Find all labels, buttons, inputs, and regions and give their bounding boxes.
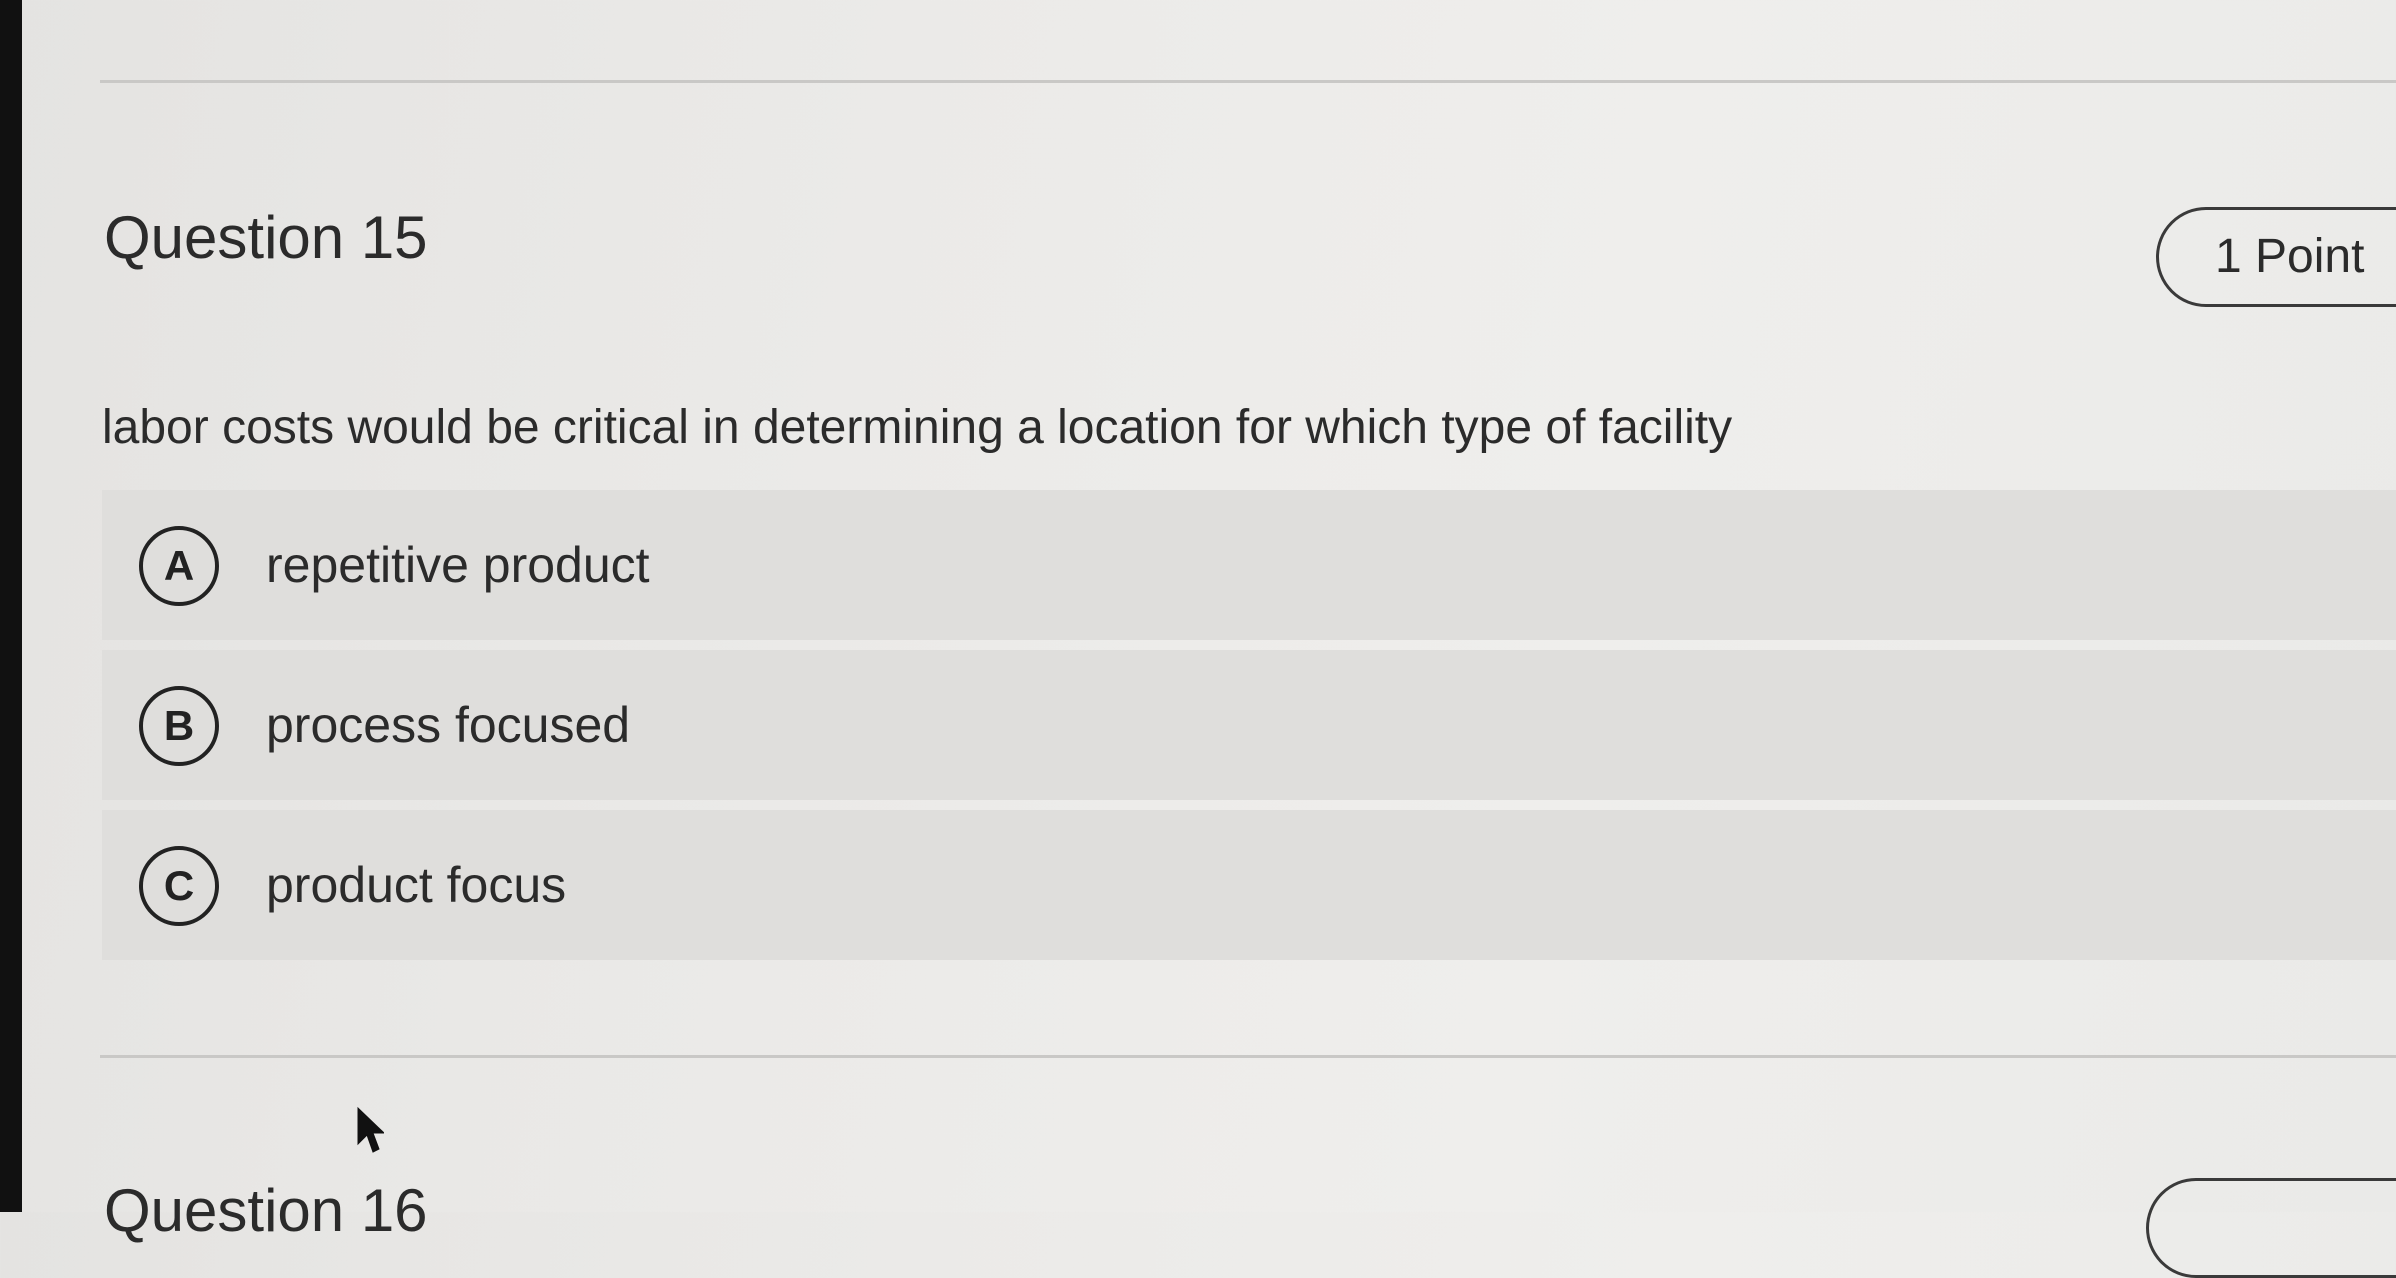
option-label: product focus: [266, 857, 567, 913]
next-question-title: Question 16: [104, 1177, 428, 1244]
mouse-pointer-icon: [357, 1106, 384, 1153]
question-title: Question 15: [104, 204, 428, 271]
option-letter-badge: C: [139, 846, 219, 926]
points-badge: 1 Point: [2156, 207, 2396, 307]
bottom-divider: [100, 1055, 2396, 1058]
option-letter-badge: A: [139, 526, 219, 606]
option-label: repetitive product: [266, 537, 650, 593]
next-points-badge: [2146, 1178, 2396, 1278]
answer-option-a[interactable]: A repetitive product: [102, 490, 2396, 640]
screen-bezel: [0, 0, 22, 1212]
top-divider: [100, 80, 2396, 83]
answer-option-b[interactable]: B process focused: [102, 650, 2396, 800]
option-letter-badge: B: [139, 686, 219, 766]
question-prompt: labor costs would be critical in determi…: [102, 401, 1733, 454]
answer-option-c[interactable]: C product focus: [102, 810, 2396, 960]
option-label: process focused: [266, 697, 631, 753]
